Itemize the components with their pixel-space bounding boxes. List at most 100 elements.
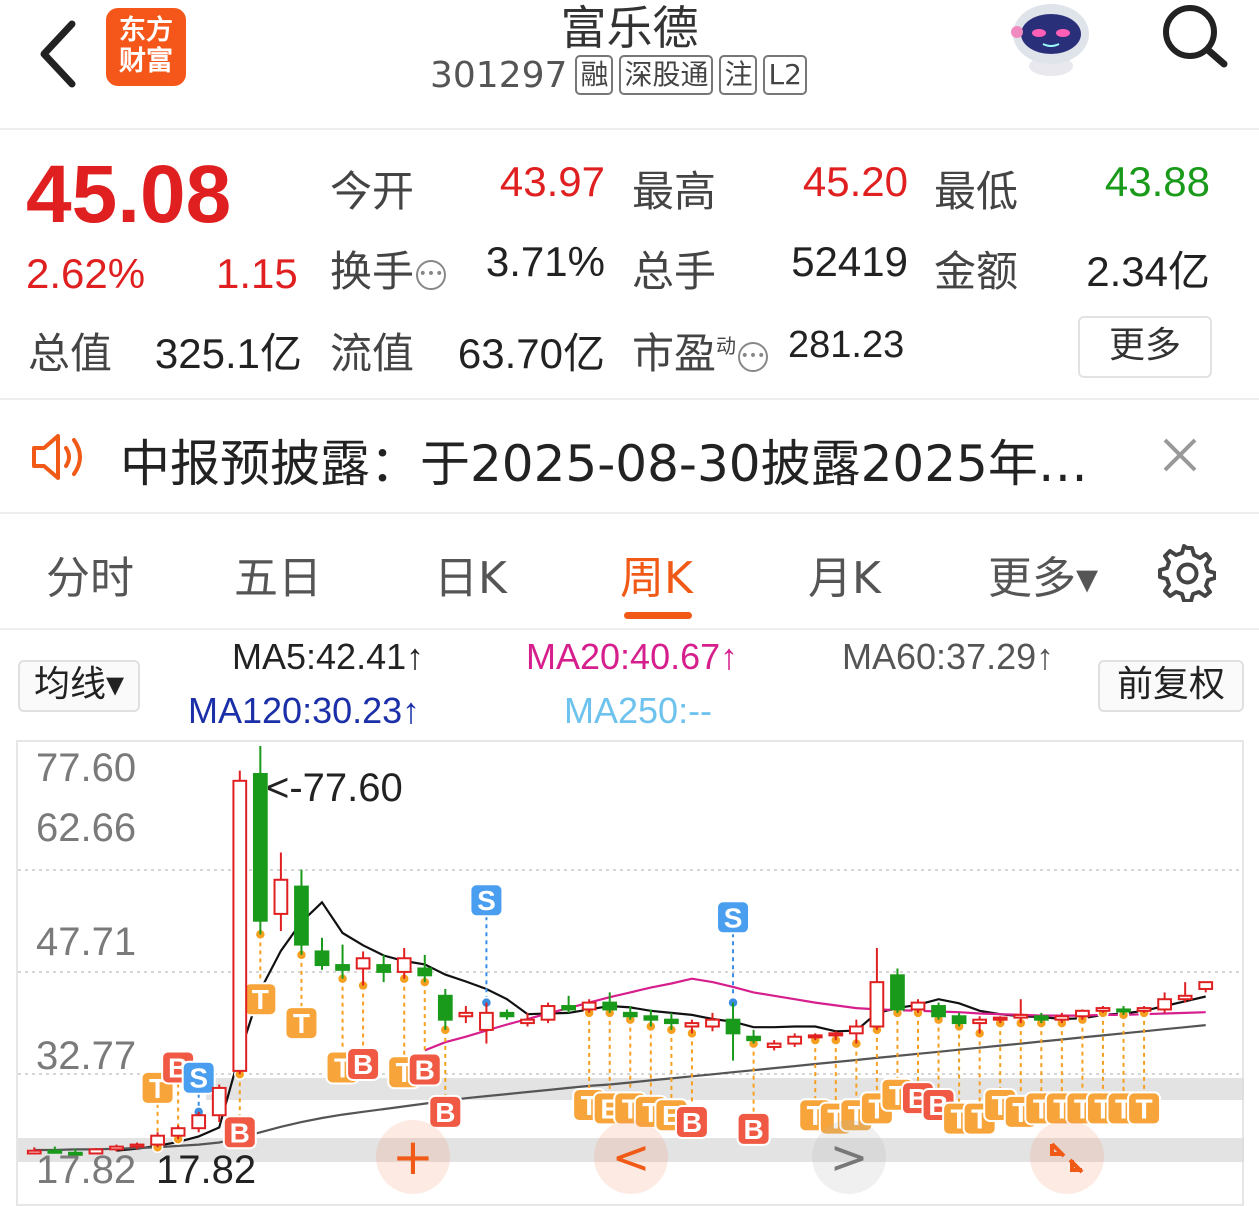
candle-body (581, 1001, 597, 1011)
candle-body (191, 1114, 207, 1130)
quote-panel: 45.08 2.62% 1.15 今开 43.97 最高 45.20 最低 43… (0, 130, 1259, 400)
candle-body (396, 957, 412, 973)
ma-selector-dropdown[interactable]: 均线▾ (18, 660, 140, 712)
candle-body (520, 1018, 535, 1025)
volume-value: 52419 (791, 238, 908, 285)
collapse-arrows-icon (1050, 1142, 1084, 1174)
collapse-chart-button[interactable] (1030, 1120, 1104, 1194)
low-value: 43.88 (1104, 158, 1210, 205)
signal-badge-label: S (477, 885, 496, 916)
candle-body (992, 1016, 1008, 1021)
tab-intraday[interactable]: 分时 (46, 542, 134, 606)
tag-level2[interactable]: L2 (763, 55, 807, 95)
candle-body (314, 950, 330, 967)
candle-body (335, 964, 350, 971)
top-nav-bar: 东方 财富 富乐德 301297 融 深股通 注 L2 (0, 0, 1259, 130)
scroll-right-button[interactable]: > (812, 1120, 886, 1194)
change-percent: 2.62% (26, 250, 146, 297)
candle-body (1198, 981, 1214, 990)
announcement-bar[interactable]: 中报预披露：于2025-08-30披露2025年… (0, 400, 1259, 514)
candle-body (684, 1022, 700, 1028)
candle-body (129, 1143, 145, 1148)
max-price-annotation: <-77.60 (266, 766, 403, 810)
candle-body (273, 878, 289, 915)
signal-badge-label: B (743, 1114, 763, 1145)
pe-label[interactable]: 市盈动 ••• (632, 320, 769, 381)
pe-dynamic-sup: 动 (716, 334, 737, 358)
gear-icon[interactable] (1158, 544, 1216, 602)
candle-body (890, 974, 905, 1011)
candle-body (479, 1011, 494, 1031)
y-axis-label: 47.71 (36, 920, 137, 964)
close-icon[interactable] (1155, 430, 1205, 480)
plus-icon: + (392, 1128, 434, 1186)
y-axis-label-min: 17.82 (36, 1148, 137, 1192)
tab-five-day[interactable]: 五日 (234, 542, 322, 606)
tab-daily-k[interactable]: 日K (434, 542, 507, 606)
candle-body (294, 885, 309, 946)
tab-more[interactable]: 更多▾ (988, 542, 1098, 606)
price-adjust-button[interactable]: 前复权 (1098, 660, 1244, 712)
candle-body (458, 1011, 474, 1018)
open-label: 今开 (330, 167, 415, 216)
candle-body (499, 1011, 515, 1018)
zoom-in-button[interactable]: + (376, 1120, 450, 1194)
candle-body (1013, 1013, 1029, 1019)
amount-value: 2.34亿 (1086, 248, 1210, 295)
scroll-left-button[interactable]: < (594, 1120, 668, 1194)
search-icon[interactable] (1160, 2, 1230, 72)
signal-badge-label: S (724, 902, 743, 933)
ma120-value: MA120:30.23↑ (188, 690, 421, 731)
candle-body (807, 1034, 823, 1039)
amount-label: 金额 (934, 247, 1019, 296)
signal-badge-label: B (353, 1049, 373, 1080)
more-quote-button[interactable]: 更多 (1078, 316, 1212, 378)
candle-body (1033, 1015, 1049, 1021)
kline-chart[interactable]: TBSBTTTBTBBSTETTEBSBTTTTTBBTTTTTTTTTT 77… (16, 740, 1244, 1206)
volume-label: 总手 (632, 247, 717, 296)
candle-body (828, 1032, 844, 1037)
candle-body (643, 1015, 659, 1021)
candle-body (437, 994, 453, 1021)
candle-body (869, 981, 885, 1028)
ma5-value: MA5:42.41↑ (232, 636, 425, 677)
candle-body (540, 1005, 556, 1021)
turnover-label-text: 换手 (330, 247, 415, 296)
candle-body (725, 1018, 741, 1035)
pe-value: 281.23 (788, 324, 905, 366)
stock-code-row: 301297 融 深股通 注 L2 (430, 52, 813, 98)
chevron-left-icon: < (611, 1130, 651, 1184)
turnover-label[interactable]: 换手 ••• (330, 238, 447, 299)
float-cap-label: 流值 (330, 329, 415, 378)
ma250-value: MA250:-- (564, 690, 713, 731)
min-price-annotation: 17.82 (156, 1148, 257, 1192)
tag-margin[interactable]: 融 (575, 55, 614, 95)
signal-badge-label: B (415, 1055, 435, 1086)
signal-badge-label: B (682, 1107, 702, 1138)
change-amount: 1.15 (216, 250, 298, 297)
tag-registered[interactable]: 注 (719, 55, 758, 95)
ai-assistant-robot-icon[interactable] (1005, 0, 1097, 80)
info-dots-icon[interactable]: ••• (416, 259, 447, 290)
info-dots-icon[interactable]: ••• (738, 341, 769, 372)
y-axis-label: 32.77 (36, 1034, 137, 1078)
low-label: 最低 (934, 167, 1019, 216)
candle-body (150, 1134, 165, 1146)
candle-body (1095, 1007, 1111, 1012)
signal-badge-label: T (1136, 1093, 1153, 1124)
y-axis-label: 62.66 (36, 806, 137, 850)
candle-body (746, 1035, 761, 1042)
candle-body (232, 779, 248, 1072)
high-label: 最高 (632, 167, 717, 216)
ma60-value: MA60:37.29↑ (842, 636, 1055, 677)
tab-weekly-k[interactable]: 周K (620, 542, 693, 606)
tag-shenzhen-connect[interactable]: 深股通 (619, 55, 714, 95)
candle-body (417, 967, 433, 977)
announcement-text[interactable]: 中报预披露：于2025-08-30披露2025年… (120, 424, 1088, 496)
tab-monthly-k[interactable]: 月K (808, 542, 881, 606)
total-cap-label: 总值 (28, 329, 113, 378)
candle-body (705, 1018, 720, 1028)
ma20-value: MA20:40.67↑ (526, 636, 739, 677)
candle-body (951, 1015, 967, 1025)
candle-body (252, 772, 268, 922)
